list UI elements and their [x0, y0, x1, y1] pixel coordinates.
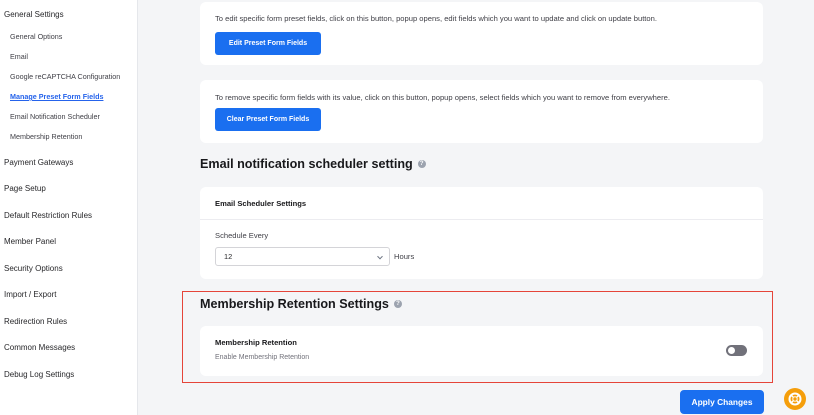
edit-preset-card: To edit specific form preset fields, cli…: [200, 2, 763, 65]
membership-retention-heading-text: Membership Retention Settings: [200, 297, 389, 311]
sidebar-item-common-messages[interactable]: Common Messages: [4, 343, 75, 352]
help-icon[interactable]: ?: [417, 160, 426, 168]
edit-preset-description: To edit specific form preset fields, cli…: [215, 14, 657, 23]
sidebar-subitem-general-options[interactable]: General Options: [10, 32, 62, 41]
sidebar-item-redirection-rules[interactable]: Redirection Rules: [4, 317, 67, 326]
hours-unit-label: Hours: [394, 252, 415, 261]
email-scheduler-card-title: Email Scheduler Settings: [215, 199, 307, 208]
sidebar-item-debug-log-settings[interactable]: Debug Log Settings: [4, 370, 74, 379]
sidebar-item-page-setup[interactable]: Page Setup: [4, 184, 46, 193]
membership-retention-description: Enable Membership Retention: [215, 354, 310, 361]
clear-preset-form-fields-button[interactable]: Clear Preset Form Fields: [215, 108, 321, 131]
membership-retention-card: Membership Retention Enable Membership R…: [200, 326, 763, 376]
sidebar-subitem-membership-retention[interactable]: Membership Retention: [10, 132, 82, 141]
membership-retention-title: Membership Retention: [215, 338, 297, 347]
sidebar-item-member-panel[interactable]: Member Panel: [4, 237, 56, 246]
email-scheduler-heading: Email notification scheduler setting ?: [200, 157, 426, 171]
email-scheduler-heading-text: Email notification scheduler setting: [200, 157, 413, 171]
schedule-every-value: 12: [224, 252, 233, 261]
sidebar-subitem-email[interactable]: Email: [10, 52, 28, 61]
sidebar-subitem-recaptcha[interactable]: Google reCAPTCHA Configuration: [10, 72, 120, 81]
schedule-every-label: Schedule Every: [215, 231, 269, 240]
lifebuoy-icon: [788, 392, 802, 406]
apply-changes-button[interactable]: Apply Changes: [680, 390, 764, 414]
schedule-every-select[interactable]: 12: [215, 247, 390, 266]
help-icon[interactable]: ?: [393, 300, 402, 308]
chevron-down-icon: [377, 253, 383, 259]
membership-retention-heading: Membership Retention Settings ?: [200, 297, 402, 311]
sidebar-item-security-options[interactable]: Security Options: [4, 264, 63, 273]
floating-help-button[interactable]: [784, 388, 806, 410]
sidebar-subitem-manage-preset-form-fields[interactable]: Manage Preset Form Fields: [10, 92, 103, 101]
sidebar-item-default-restriction-rules[interactable]: Default Restriction Rules: [4, 211, 92, 220]
membership-retention-toggle[interactable]: [726, 345, 747, 356]
sidebar-item-import-export[interactable]: Import / Export: [4, 290, 56, 299]
email-scheduler-card: Email Scheduler Settings Schedule Every …: [200, 187, 763, 279]
sidebar-subitem-email-notification-scheduler[interactable]: Email Notification Scheduler: [10, 112, 100, 121]
toggle-knob: [728, 347, 735, 354]
card-divider: [200, 219, 763, 220]
clear-preset-description: To remove specific form fields with its …: [215, 93, 670, 102]
settings-sidebar: General Settings General Options Email G…: [0, 0, 138, 415]
clear-preset-card: To remove specific form fields with its …: [200, 80, 763, 143]
edit-preset-form-fields-button[interactable]: Edit Preset Form Fields: [215, 32, 321, 55]
sidebar-item-general-settings[interactable]: General Settings: [4, 10, 64, 19]
sidebar-item-payment-gateways[interactable]: Payment Gateways: [4, 158, 73, 167]
